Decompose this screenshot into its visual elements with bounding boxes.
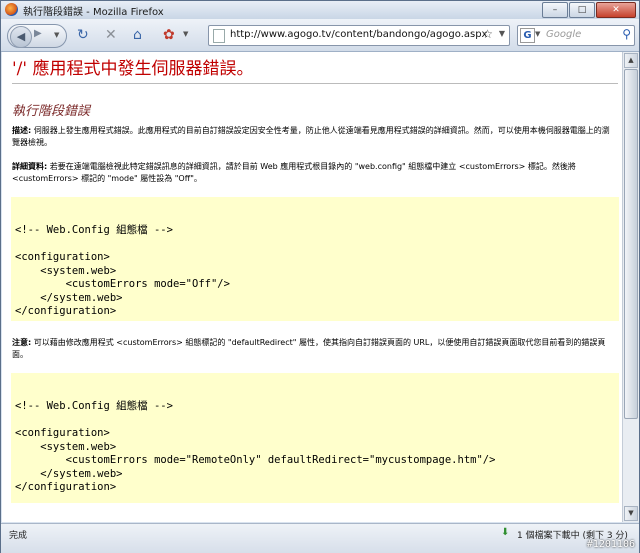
- notes-label: 注意:: [12, 338, 32, 347]
- watermark-text: #1201106: [586, 539, 635, 550]
- status-text: 完成: [9, 531, 28, 541]
- addon-icon[interactable]: ✿: [163, 27, 175, 43]
- description-paragraph: 描述: 伺服器上發生應用程式錯誤。此應用程式的目前自訂錯誤設定因安全性考量，防止…: [12, 125, 612, 149]
- description-label: 描述:: [12, 126, 32, 135]
- back-button[interactable]: ◀: [10, 26, 32, 48]
- stop-icon[interactable]: ✕: [105, 27, 117, 43]
- notes-text: 可以藉由修改應用程式 <customErrors> 組態標記的 "default…: [12, 338, 606, 359]
- address-bar[interactable]: http://www.agogo.tv/content/bandongo/ago…: [208, 25, 510, 46]
- search-engine-dropdown-icon[interactable]: ▼: [535, 30, 540, 38]
- maximize-button[interactable]: □: [569, 2, 595, 18]
- code-block-config-redirect: <!-- Web.Config 組態檔 --> <configuration> …: [11, 373, 619, 503]
- page-title: '/' 應用程式中發生伺服器錯誤。: [12, 59, 254, 79]
- addon-dropdown-icon[interactable]: ▼: [183, 30, 188, 38]
- search-bar[interactable]: G ▼ Google ⚲: [517, 25, 635, 46]
- window-title: 執行階段錯誤 - Mozilla Firefox: [23, 7, 164, 18]
- search-input[interactable]: Google: [546, 29, 581, 40]
- status-bar: 完成 ⬇ 1 個檔案下載中 (剩下 3 分) #1201106: [1, 523, 639, 553]
- code-block-config-off: <!-- Web.Config 組態檔 --> <configuration> …: [11, 197, 619, 321]
- url-dropdown-icon[interactable]: ▼: [499, 29, 505, 38]
- title-bar: 執行階段錯誤 - Mozilla Firefox – □ ✕: [1, 1, 639, 19]
- bookmark-star-icon[interactable]: ☆: [482, 27, 493, 41]
- navigation-toolbar: ◀ ▶ ▼ ↻ ✕ ⌂ ✿ ▼ http://www.agogo.tv/cont…: [1, 19, 639, 52]
- divider: [12, 83, 618, 84]
- url-text[interactable]: http://www.agogo.tv/content/bandongo/ago…: [230, 29, 487, 40]
- details-paragraph: 詳細資料: 若要在遠端電腦檢視此特定錯誤訊息的詳細資訊，請於目前 Web 應用程…: [12, 161, 612, 185]
- minimize-button[interactable]: –: [542, 2, 568, 18]
- google-icon[interactable]: G: [520, 28, 535, 43]
- download-icon[interactable]: ⬇: [501, 527, 512, 538]
- details-label: 詳細資料:: [12, 162, 48, 171]
- back-forward-group: ◀ ▶ ▼: [7, 24, 67, 48]
- browser-window: 執行階段錯誤 - Mozilla Firefox – □ ✕ ◀ ▶ ▼ ↻ ✕…: [0, 0, 640, 553]
- close-button[interactable]: ✕: [596, 2, 636, 18]
- scroll-down-icon[interactable]: ▼: [624, 506, 638, 521]
- page-content: '/' 應用程式中發生伺服器錯誤。 執行階段錯誤 描述: 伺服器上發生應用程式錯…: [2, 52, 622, 522]
- vertical-scrollbar[interactable]: ▲ ▼: [622, 52, 639, 522]
- history-dropdown-icon[interactable]: ▼: [54, 31, 59, 39]
- description-text: 伺服器上發生應用程式錯誤。此應用程式的目前自訂錯誤設定因安全性考量，防止他人從遠…: [12, 126, 610, 147]
- scroll-up-icon[interactable]: ▲: [624, 53, 638, 68]
- details-text: 若要在遠端電腦檢視此特定錯誤訊息的詳細資訊，請於目前 Web 應用程式根目錄內的…: [12, 162, 576, 183]
- home-icon[interactable]: ⌂: [133, 27, 142, 43]
- notes-paragraph: 注意: 可以藉由修改應用程式 <customErrors> 組態標記的 "def…: [12, 337, 612, 361]
- page-icon: [213, 29, 225, 43]
- error-subtitle: 執行階段錯誤: [12, 104, 91, 119]
- forward-button[interactable]: ▶: [34, 28, 42, 39]
- scroll-thumb[interactable]: [624, 69, 638, 419]
- search-icon[interactable]: ⚲: [622, 27, 631, 41]
- reload-icon[interactable]: ↻: [77, 27, 89, 43]
- window-controls: – □ ✕: [542, 2, 636, 18]
- firefox-icon: [5, 3, 18, 16]
